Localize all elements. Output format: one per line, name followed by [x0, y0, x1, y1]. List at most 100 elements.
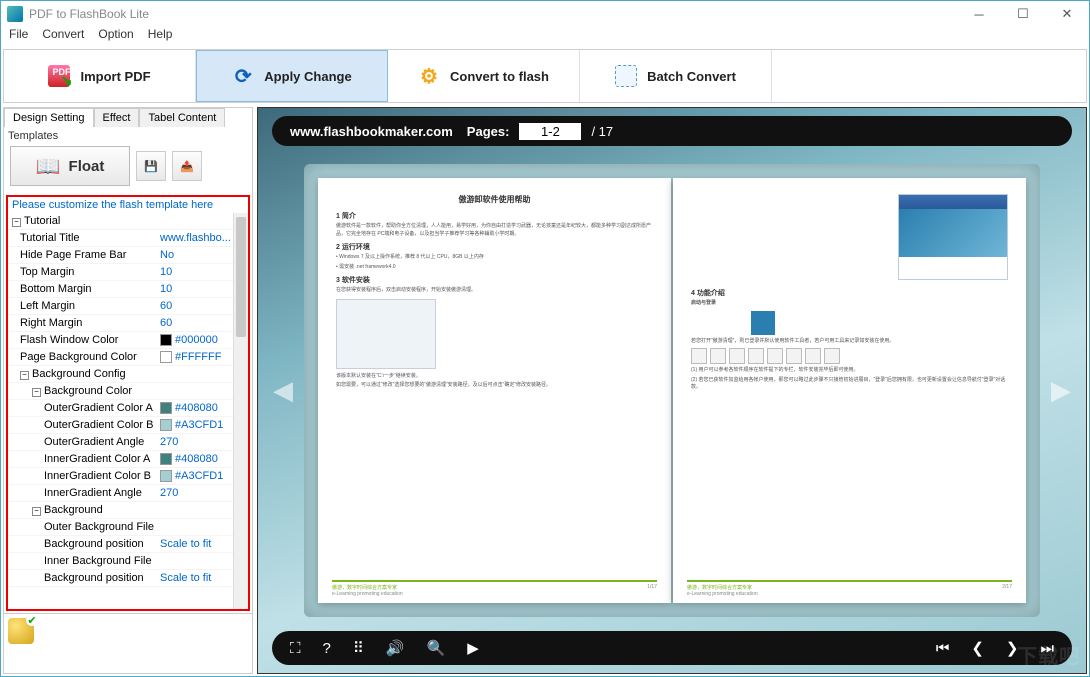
group-bg-config[interactable]: −Background Config — [8, 366, 248, 383]
preview-url: www.flashbookmaker.com — [290, 124, 453, 139]
import-label: Import PDF — [80, 69, 150, 84]
page2-install-screenshot — [898, 194, 1008, 280]
tab-effect[interactable]: Effect — [94, 108, 140, 127]
prop-bg-position-2[interactable]: Background positionScale to fit — [8, 570, 248, 587]
fullscreen-icon[interactable]: ⛶ — [290, 640, 301, 657]
page1-footer: 傲游，数字时间综合方案专家e-Learning promoting educat… — [332, 580, 657, 597]
page2-toolbar-icons — [691, 348, 1008, 364]
page2-h2: 启动与登录 — [691, 300, 1008, 308]
refresh-icon: ⟳ — [232, 65, 254, 87]
page2-footer: 傲游，数字时间综合方案专家e-Learning promoting educat… — [687, 580, 1012, 597]
left-bottom-bar — [4, 613, 252, 673]
page2-p1: 若您打开“傲游清理”，则已登录并默认使用软件工具者，若户可用工具来记录如安装在使… — [691, 338, 1008, 346]
window-title: PDF to FlashBook Lite — [29, 7, 149, 21]
app-icon — [7, 6, 23, 22]
prop-top-margin[interactable]: Top Margin10 — [8, 264, 248, 281]
prev-page-arrow[interactable]: ◀ — [272, 371, 294, 411]
group-bg-color[interactable]: −Background Color — [8, 383, 248, 400]
close-button[interactable]: ✕ — [1045, 1, 1089, 27]
page1-h2: 2 运行环境 — [336, 242, 653, 252]
templates-section: Templates 📖 Float 💾 📤 — [4, 127, 252, 193]
collapse-icon[interactable]: − — [12, 218, 21, 227]
convert-label: Convert to flash — [450, 69, 549, 84]
prop-outer-grad-a[interactable]: OuterGradient Color A#408080 — [8, 400, 248, 417]
convert-flash-button[interactable]: ⚙ Convert to flash — [388, 50, 580, 102]
pages-label: Pages: — [467, 124, 510, 139]
prop-tutorial-title[interactable]: Tutorial Titlewww.flashbo... — [8, 230, 248, 247]
grid-scrollbar[interactable] — [233, 213, 248, 609]
prev-icon[interactable]: ❮ — [971, 639, 984, 657]
menubar: File Convert Option Help — [1, 27, 1089, 47]
prop-inner-grad-b[interactable]: InnerGradient Color B#A3CFD1 — [8, 468, 248, 485]
page2-p3: (2) 若您已获软件加监给用各帐户使用，那您可以略过此步骤不只接管初始进展目，“… — [691, 377, 1008, 392]
prop-inner-angle[interactable]: InnerGradient Angle270 — [8, 485, 248, 502]
prop-bottom-margin[interactable]: Bottom Margin10 — [8, 281, 248, 298]
database-icon[interactable] — [8, 618, 34, 644]
page-input[interactable] — [519, 123, 581, 140]
minimize-button[interactable]: ─ — [957, 1, 1001, 27]
next-page-arrow[interactable]: ▶ — [1050, 371, 1072, 411]
page1-p3: 在您获得安装程序后，双击启动安装程序，开始安装傲游清理。 — [336, 287, 653, 295]
first-page-icon[interactable]: ⏮ — [936, 640, 950, 657]
left-panel: Design Setting Effect Tabel Content Temp… — [3, 107, 253, 674]
collapse-icon[interactable]: − — [32, 507, 41, 516]
watermark: 下载吧 — [1017, 640, 1080, 669]
help-icon[interactable]: ? — [323, 640, 331, 657]
tab-table-content[interactable]: Tabel Content — [139, 108, 225, 127]
page1-p4: 该版本默认安装在“C:\一步”继续安装。 — [336, 373, 653, 381]
prop-outer-bg-file[interactable]: Outer Background File — [8, 519, 248, 536]
sound-icon[interactable]: 🔊 — [386, 639, 405, 657]
customize-header: Please customize the flash template here — [8, 197, 248, 213]
page2-p2: (1) 用户可以参考各软件顺序在软件提下的专栏，软件安装完毕后即可使用。 — [691, 367, 1008, 375]
gear-icon: ⚙ — [418, 65, 440, 87]
maximize-button[interactable]: ☐ — [1001, 1, 1045, 27]
import-pdf-button[interactable]: PDF↘ Import PDF — [4, 50, 196, 102]
prop-flash-window-color[interactable]: Flash Window Color#000000 — [8, 332, 248, 349]
page2-h1: 4 功能介绍 — [691, 288, 1008, 298]
apply-change-button[interactable]: ⟳ Apply Change — [196, 50, 388, 102]
prop-outer-angle[interactable]: OuterGradient Angle270 — [8, 434, 248, 451]
group-tutorial[interactable]: −Tutorial — [8, 213, 248, 230]
preview-bottom-bar: ⛶ ? ⠿ 🔊 🔍 ▶ ⏮ ❮ ❯ ⏭ — [272, 631, 1072, 665]
preview-top-bar: www.flashbookmaker.com Pages: / 17 — [272, 116, 1072, 146]
menu-file[interactable]: File — [9, 27, 28, 47]
group-background[interactable]: −Background — [8, 502, 248, 519]
prop-inner-grad-a[interactable]: InnerGradient Color A#408080 — [8, 451, 248, 468]
batch-label: Batch Convert — [647, 69, 736, 84]
menu-option[interactable]: Option — [98, 27, 133, 47]
prop-outer-grad-b[interactable]: OuterGradient Color B#A3CFD1 — [8, 417, 248, 434]
collapse-icon[interactable]: − — [20, 371, 29, 380]
collapse-icon[interactable]: − — [32, 388, 41, 397]
page-right[interactable]: 4 功能介绍 启动与登录 若您打开“傲游清理”，则已登录并默认使用软件工具者，若… — [673, 178, 1026, 603]
prop-right-margin[interactable]: Right Margin60 — [8, 315, 248, 332]
thumbnails-icon[interactable]: ⠿ — [353, 639, 364, 657]
templates-label: Templates — [8, 130, 248, 142]
preview-pane: www.flashbookmaker.com Pages: / 17 ◀ ▶ 傲… — [257, 107, 1087, 674]
play-icon[interactable]: ▶ — [467, 639, 479, 657]
book-spread: 傲游卸软件使用帮助 1 简介 傲游软件是一款软件，帮助你全方位清理，人人能用，易… — [304, 164, 1040, 617]
page1-screenshot — [336, 299, 436, 369]
page1-p1: 傲游软件是一款软件，帮助你全方位清理，人人能用，易学好用，为你自由打造学习武器，… — [336, 223, 653, 238]
page1-title: 傲游卸软件使用帮助 — [336, 194, 653, 205]
page1-b1: • Windows 7 及以上操作系统，推荐 8 代以上 CPU，8GB 以上内… — [336, 254, 653, 262]
export-icon: 📤 — [180, 160, 194, 173]
prop-left-margin[interactable]: Left Margin60 — [8, 298, 248, 315]
disk-icon: 💾 — [144, 160, 158, 173]
tab-design-setting[interactable]: Design Setting — [4, 108, 94, 127]
batch-convert-button[interactable]: Batch Convert — [580, 50, 772, 102]
export-template-button[interactable]: 📤 — [172, 151, 202, 181]
menu-convert[interactable]: Convert — [42, 27, 84, 47]
float-template-button[interactable]: 📖 Float — [10, 146, 130, 186]
save-template-button[interactable]: 💾 — [136, 151, 166, 181]
prop-bg-position[interactable]: Background positionScale to fit — [8, 536, 248, 553]
prop-hide-frame[interactable]: Hide Page Frame BarNo — [8, 247, 248, 264]
prop-page-bg-color[interactable]: Page Background Color#FFFFFF — [8, 349, 248, 366]
page1-h1: 1 简介 — [336, 211, 653, 221]
menu-help[interactable]: Help — [148, 27, 173, 47]
prop-inner-bg-file[interactable]: Inner Background File — [8, 553, 248, 570]
titlebar: PDF to FlashBook Lite ─ ☐ ✕ — [1, 1, 1089, 27]
page2-app-icon — [751, 311, 775, 335]
import-icon: PDF↘ — [48, 65, 70, 87]
page-left[interactable]: 傲游卸软件使用帮助 1 简介 傲游软件是一款软件，帮助你全方位清理，人人能用，易… — [318, 178, 671, 603]
zoom-icon[interactable]: 🔍 — [427, 639, 446, 657]
